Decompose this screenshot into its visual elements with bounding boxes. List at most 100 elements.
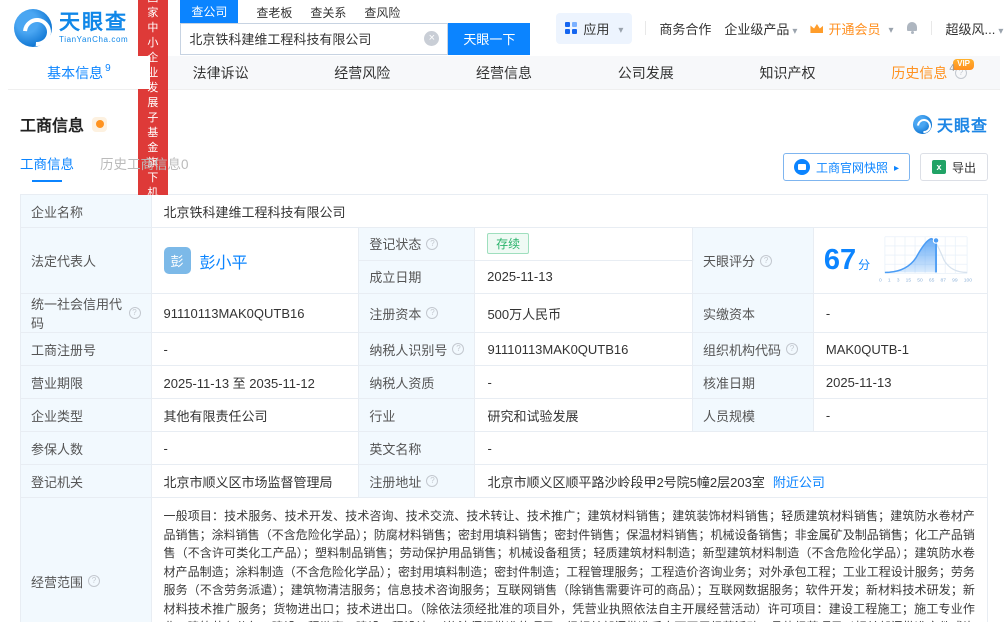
registration-number-value: - [151, 333, 360, 366]
search-tab-relation[interactable]: 查关系 [310, 2, 346, 23]
table-row: 企业类型 其他有限责任公司 行业 研究和试验发展 人员规模 - [21, 399, 988, 432]
tianyancha-logo-icon [14, 9, 52, 47]
field-label: 纳税人识别号 [359, 333, 476, 366]
establish-date-value: 2025-11-13 [487, 269, 553, 285]
field-label: 英文名称 [359, 432, 476, 465]
business-scope-value: 一般项目：技术服务、技术开发、技术咨询、技术交流、技术转让、技术推广；建筑材料销… [151, 498, 988, 622]
export-button[interactable]: 导出 [919, 153, 988, 181]
field-label: 成立日期 [359, 260, 476, 293]
field-label: 人员规模 [693, 399, 814, 432]
field-label: 企业类型 [21, 399, 152, 432]
tianyancha-company-page: 天眼查 TianYanCha.com 都在用的商业查询工具 国家中小企业发展子基… [0, 0, 1008, 622]
menu-cooperation[interactable]: 商务合作 [659, 19, 711, 38]
brand-watermark: 天眼查 [912, 112, 988, 136]
menu-super-risk[interactable]: 超级风... [945, 19, 1003, 38]
legal-rep-avatar[interactable]: 彭 [163, 247, 191, 274]
table-row: 营业期限 2025-11-13 至 2035-11-12 纳税人资质 - 核准日… [21, 366, 988, 399]
tab-operation-risk[interactable]: 经营风险 [291, 56, 433, 89]
caret-down-icon [789, 22, 797, 37]
help-icon[interactable] [786, 343, 799, 355]
english-name-value: - [475, 432, 988, 465]
search-area: 查公司 查老板 查关系 查风险 天眼一下 [180, 0, 531, 55]
subtab-history-registration[interactable]: 历史工商信息0 [100, 153, 189, 182]
search-tab-boss[interactable]: 查老板 [256, 2, 292, 23]
search-input[interactable] [189, 31, 425, 46]
top-header: 天眼查 TianYanCha.com 都在用的商业查询工具 国家中小企业发展子基… [0, 0, 1008, 221]
tab-count: 4 [949, 63, 955, 74]
company-name-value: 北京铁科建维工程科技有限公司 [151, 195, 988, 228]
promo-line2: 国家中小企业发展子基金旗下机构 [147, 0, 160, 214]
apps-grid-icon [565, 22, 578, 34]
score-value: 67 [823, 244, 857, 276]
caret-down-icon [885, 21, 893, 36]
table-row: 企业名称 北京铁科建维工程科技有限公司 [21, 195, 988, 228]
legal-rep-link[interactable]: 彭小平 [200, 249, 248, 273]
table-row: 工商注册号 - 纳税人识别号 91110113MAK0QUTB16 组织机构代码… [21, 333, 988, 366]
tianyancha-watermark-icon [912, 114, 932, 134]
score-distribution-chart: 0 1 3 15 50 65 87 99 100 [879, 235, 973, 286]
field-label: 营业期限 [21, 366, 152, 399]
tab-intellectual-property[interactable]: 知识产权 [717, 56, 859, 89]
field-label: 核准日期 [693, 366, 814, 399]
caret-down-icon [615, 21, 623, 36]
search-tab-risk[interactable]: 查风险 [364, 2, 400, 23]
help-icon[interactable] [88, 575, 101, 587]
help-icon[interactable] [426, 307, 439, 319]
tianyancha-logo[interactable]: 天眼查 TianYanCha.com [14, 9, 128, 47]
company-type-value: 其他有限责任公司 [151, 399, 360, 432]
tab-business-info[interactable]: 经营信息 [433, 56, 575, 89]
vip-badge: VIP [953, 59, 975, 70]
subtab-current-registration[interactable]: 工商信息 [20, 153, 74, 182]
table-row: 统一社会信用代码 91110113MAK0QUTB16 注册资本 500万人民币… [21, 294, 988, 333]
organization-code-value: MAK0QUTB-1 [813, 333, 988, 366]
taxpayer-qualification-value: - [475, 366, 694, 399]
menu-divider [931, 21, 933, 35]
status-badge: 存续 [487, 233, 530, 255]
tab-legal-litigation[interactable]: 法律诉讼 [150, 56, 292, 89]
table-row: 经营范围 一般项目：技术服务、技术开发、技术咨询、技术交流、技术转让、技术推广；… [21, 498, 988, 622]
section-title: 工商信息 [20, 118, 85, 135]
field-label: 法定代表人 [21, 228, 152, 293]
field-label: 组织机构代码 [693, 333, 814, 366]
arrow-right-icon [894, 160, 899, 174]
camera-icon [793, 159, 810, 175]
help-icon[interactable] [452, 343, 465, 355]
credit-code-value: 91110113MAK0QUTB16 [151, 294, 360, 333]
help-icon[interactable] [426, 475, 439, 487]
registration-table: 企业名称 北京铁科建维工程科技有限公司 法定代表人 彭 彭小平 登记状态 存续 … [20, 194, 988, 622]
clear-search-icon[interactable] [424, 30, 440, 46]
score-unit: 分 [858, 258, 871, 272]
tab-basic-info[interactable]: 基本信息 9 [8, 56, 150, 89]
table-row: 登记状态 存续 [359, 228, 693, 261]
tab-history-info[interactable]: VIP 历史信息 4 [858, 56, 1000, 89]
field-label: 天眼评分 [693, 228, 814, 293]
business-term-value: 2025-11-13 至 2035-11-12 [151, 366, 360, 399]
help-icon[interactable] [426, 237, 439, 250]
search-box [180, 22, 449, 55]
menu-apps[interactable]: 应用 [556, 12, 633, 44]
nearby-companies-link[interactable]: 附近公司 [773, 472, 825, 491]
field-label: 登记机关 [21, 465, 152, 498]
field-label: 工商注册号 [21, 333, 152, 366]
staff-size-value: - [813, 399, 988, 432]
help-icon[interactable] [760, 254, 773, 267]
tab-company-development[interactable]: 公司发展 [575, 56, 717, 89]
table-row: 参保人数 - 英文名称 - [21, 432, 988, 465]
legal-representative-cell: 彭 彭小平 [152, 228, 360, 293]
help-icon[interactable] [128, 307, 141, 319]
section-medal-icon [92, 116, 108, 132]
caret-down-icon [995, 22, 1003, 37]
search-button[interactable]: 天眼一下 [448, 22, 531, 55]
paid-in-capital-value: - [813, 294, 988, 333]
menu-enterprise[interactable]: 企业级产品 [724, 19, 797, 38]
search-tab-company[interactable]: 查公司 [180, 0, 239, 23]
search-tabs: 查公司 查老板 查关系 查风险 [180, 0, 530, 23]
tab-count: 9 [105, 63, 111, 74]
notification-bell-icon[interactable] [906, 22, 918, 34]
table-row: 登记机关 北京市顺义区市场监督管理局 注册地址 北京市顺义区顺平路沙岭段甲2号院… [21, 465, 988, 498]
field-label: 实缴资本 [693, 294, 814, 333]
field-label: 企业名称 [21, 195, 152, 228]
logo-domain: TianYanCha.com [59, 35, 129, 44]
menu-vip-upgrade[interactable]: 开通会员 [810, 19, 893, 38]
official-snapshot-button[interactable]: 工商官网快照 [782, 153, 910, 181]
